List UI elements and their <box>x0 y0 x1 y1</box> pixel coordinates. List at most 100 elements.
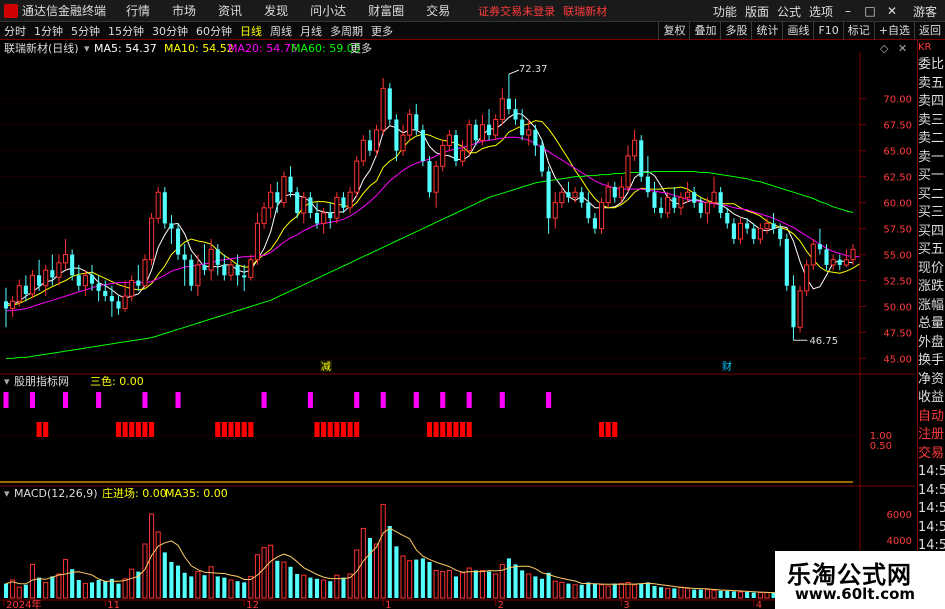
stock-link[interactable]: 联瑞新材 <box>563 3 607 19</box>
back-button[interactable]: 返回 <box>914 22 945 40</box>
macd-bar-down <box>394 546 399 598</box>
side-panel-item[interactable]: 买一 <box>918 167 945 186</box>
menu-options[interactable]: 选项 <box>809 3 833 20</box>
maximize-icon[interactable]: □ <box>863 4 877 18</box>
tab-30min[interactable]: 30分钟 <box>148 23 192 39</box>
quote-side-panel[interactable]: KR 委比 卖五 卖四 卖三 卖二 卖一 买一 买二 买三 买四 买五 现价 涨跌 涨幅 总量 外盘 换手 净资收… <box>917 40 945 609</box>
indicator-red-bar <box>446 422 452 437</box>
side-panel-item[interactable]: 卖二 <box>918 130 945 149</box>
side-panel-item[interactable]: 自动 <box>918 408 945 427</box>
ma-line-ma10 <box>6 120 860 306</box>
menu-wealth[interactable]: 财富圈 <box>368 2 404 19</box>
user-label[interactable]: 游客 <box>913 3 937 20</box>
side-panel-item[interactable]: 交易 <box>918 445 945 464</box>
side-panel-item[interactable]: 卖五 <box>918 75 945 94</box>
macd-bar-up <box>400 555 406 599</box>
macd-bar-down <box>50 576 55 598</box>
more-indicators-button[interactable]: 更多 <box>350 41 372 55</box>
side-panel-item[interactable]: 买五 <box>918 241 945 260</box>
menu-formula[interactable]: 公式 <box>777 3 801 20</box>
side-panel-item[interactable]: 注册 <box>918 426 945 445</box>
side-panel-item[interactable]: 现价 <box>918 260 945 279</box>
tab-more[interactable]: 更多 <box>367 23 397 39</box>
menu-market[interactable]: 市场 <box>172 2 196 19</box>
close-chart-icon[interactable]: ✕ <box>898 42 907 55</box>
candle-body-up <box>665 196 671 214</box>
side-panel-item[interactable]: 换手 <box>918 352 945 371</box>
mark-button[interactable]: 标记 <box>842 22 874 40</box>
indicator-dropdown-icon[interactable]: ▾ <box>4 375 10 388</box>
side-panel-item[interactable]: 涨幅 <box>918 297 945 316</box>
macd-bar-up <box>155 531 161 599</box>
macd-bar-down <box>612 583 617 598</box>
menu-ask[interactable]: 问小达 <box>310 2 346 19</box>
tab-weekly[interactable]: 周线 <box>266 23 296 39</box>
stock-chart[interactable]: 70.00 67.50 65.00 62.50 60.00 57.50 55.00 52.50… <box>0 40 915 609</box>
side-panel-item[interactable]: 买二 <box>918 186 945 205</box>
indicator-subtitle: 三色: 0.00 <box>90 374 144 388</box>
event-marker-reduce[interactable]: 减 <box>321 361 331 373</box>
candle-body-up <box>142 259 148 287</box>
side-panel-item[interactable]: 委比 <box>918 56 945 75</box>
add-watchlist-button[interactable]: +自选 <box>873 22 914 40</box>
indicator-magenta-bar <box>307 392 313 408</box>
side-panel-item[interactable]: 净资 <box>918 371 945 390</box>
tab-60min[interactable]: 60分钟 <box>192 23 236 39</box>
side-panel-item[interactable]: 卖三 <box>918 112 945 131</box>
tab-multi-period[interactable]: 多周期 <box>326 23 367 39</box>
restore-rights-button[interactable]: 复权 <box>658 22 689 40</box>
settings-diamond-icon[interactable]: ◇ <box>880 42 889 55</box>
statistics-button[interactable]: 统计 <box>751 22 782 40</box>
indicator-red-bar <box>241 422 247 437</box>
candle-body-up <box>254 222 261 261</box>
tab-monthly[interactable]: 月线 <box>296 23 326 39</box>
candle-body-up <box>804 264 810 292</box>
side-panel-item[interactable]: 外盘 <box>918 334 945 353</box>
close-icon[interactable]: ✕ <box>885 4 899 18</box>
macd-bars <box>3 503 849 599</box>
tab-15min[interactable]: 15分钟 <box>104 23 148 39</box>
macd-bar-down <box>37 577 42 598</box>
candle-body-down <box>308 197 313 213</box>
indicator-magenta-bar <box>546 392 552 408</box>
candle-body-up <box>63 254 69 264</box>
indicator-red-bar <box>334 422 340 437</box>
candle-body-up <box>360 139 366 162</box>
side-panel-item[interactable]: 买三 <box>918 204 945 223</box>
event-marker-finance[interactable]: 财 <box>722 360 732 373</box>
side-panel-item[interactable]: 14:55 <box>918 463 945 482</box>
candle-body-down <box>169 223 174 229</box>
draw-line-button[interactable]: 画线 <box>782 22 813 40</box>
multi-stock-button[interactable]: 多股 <box>720 22 751 40</box>
macd-bar-up <box>685 587 691 599</box>
side-panel-item[interactable]: 收益 <box>918 389 945 408</box>
overlay-button[interactable]: 叠加 <box>689 22 720 40</box>
tab-daily[interactable]: 日线 <box>236 23 266 39</box>
menu-quotes[interactable]: 行情 <box>126 2 150 19</box>
tab-1min[interactable]: 1分钟 <box>30 23 67 39</box>
menu-news[interactable]: 资讯 <box>218 2 242 19</box>
tab-5min[interactable]: 5分钟 <box>67 23 104 39</box>
side-panel-item[interactable]: 卖一 <box>918 149 945 168</box>
minimize-icon[interactable]: – <box>841 4 855 18</box>
menu-discover[interactable]: 发现 <box>264 2 288 19</box>
side-panel-item[interactable]: 卖四 <box>918 93 945 112</box>
menu-layout[interactable]: 版面 <box>745 3 769 20</box>
side-panel-item[interactable]: 14:56 <box>918 519 945 538</box>
tab-intraday[interactable]: 分时 <box>0 23 30 39</box>
menu-function[interactable]: 功能 <box>713 3 737 20</box>
side-panel-item[interactable]: 14:55 <box>918 500 945 519</box>
indicator-red-bar <box>36 422 42 437</box>
login-warning[interactable]: 证券交易未登录 <box>478 3 555 19</box>
side-panel-item[interactable]: 买四 <box>918 223 945 242</box>
dropdown-icon[interactable]: ▾ <box>84 42 90 55</box>
macd-bar-up <box>526 573 532 599</box>
side-panel-item[interactable]: 14:55 <box>918 482 945 501</box>
macd-dropdown-icon[interactable]: ▾ <box>4 487 10 500</box>
side-panel-item[interactable]: 涨跌 <box>918 278 945 297</box>
menu-trade[interactable]: 交易 <box>426 2 450 19</box>
toolbar-right: 复权 叠加 多股 统计 画线 F10 标记 +自选 返回 <box>658 22 945 40</box>
f10-button[interactable]: F10 <box>813 22 842 40</box>
price-tick-label: 52.50 <box>883 277 912 288</box>
side-panel-item[interactable]: 总量 <box>918 315 945 334</box>
